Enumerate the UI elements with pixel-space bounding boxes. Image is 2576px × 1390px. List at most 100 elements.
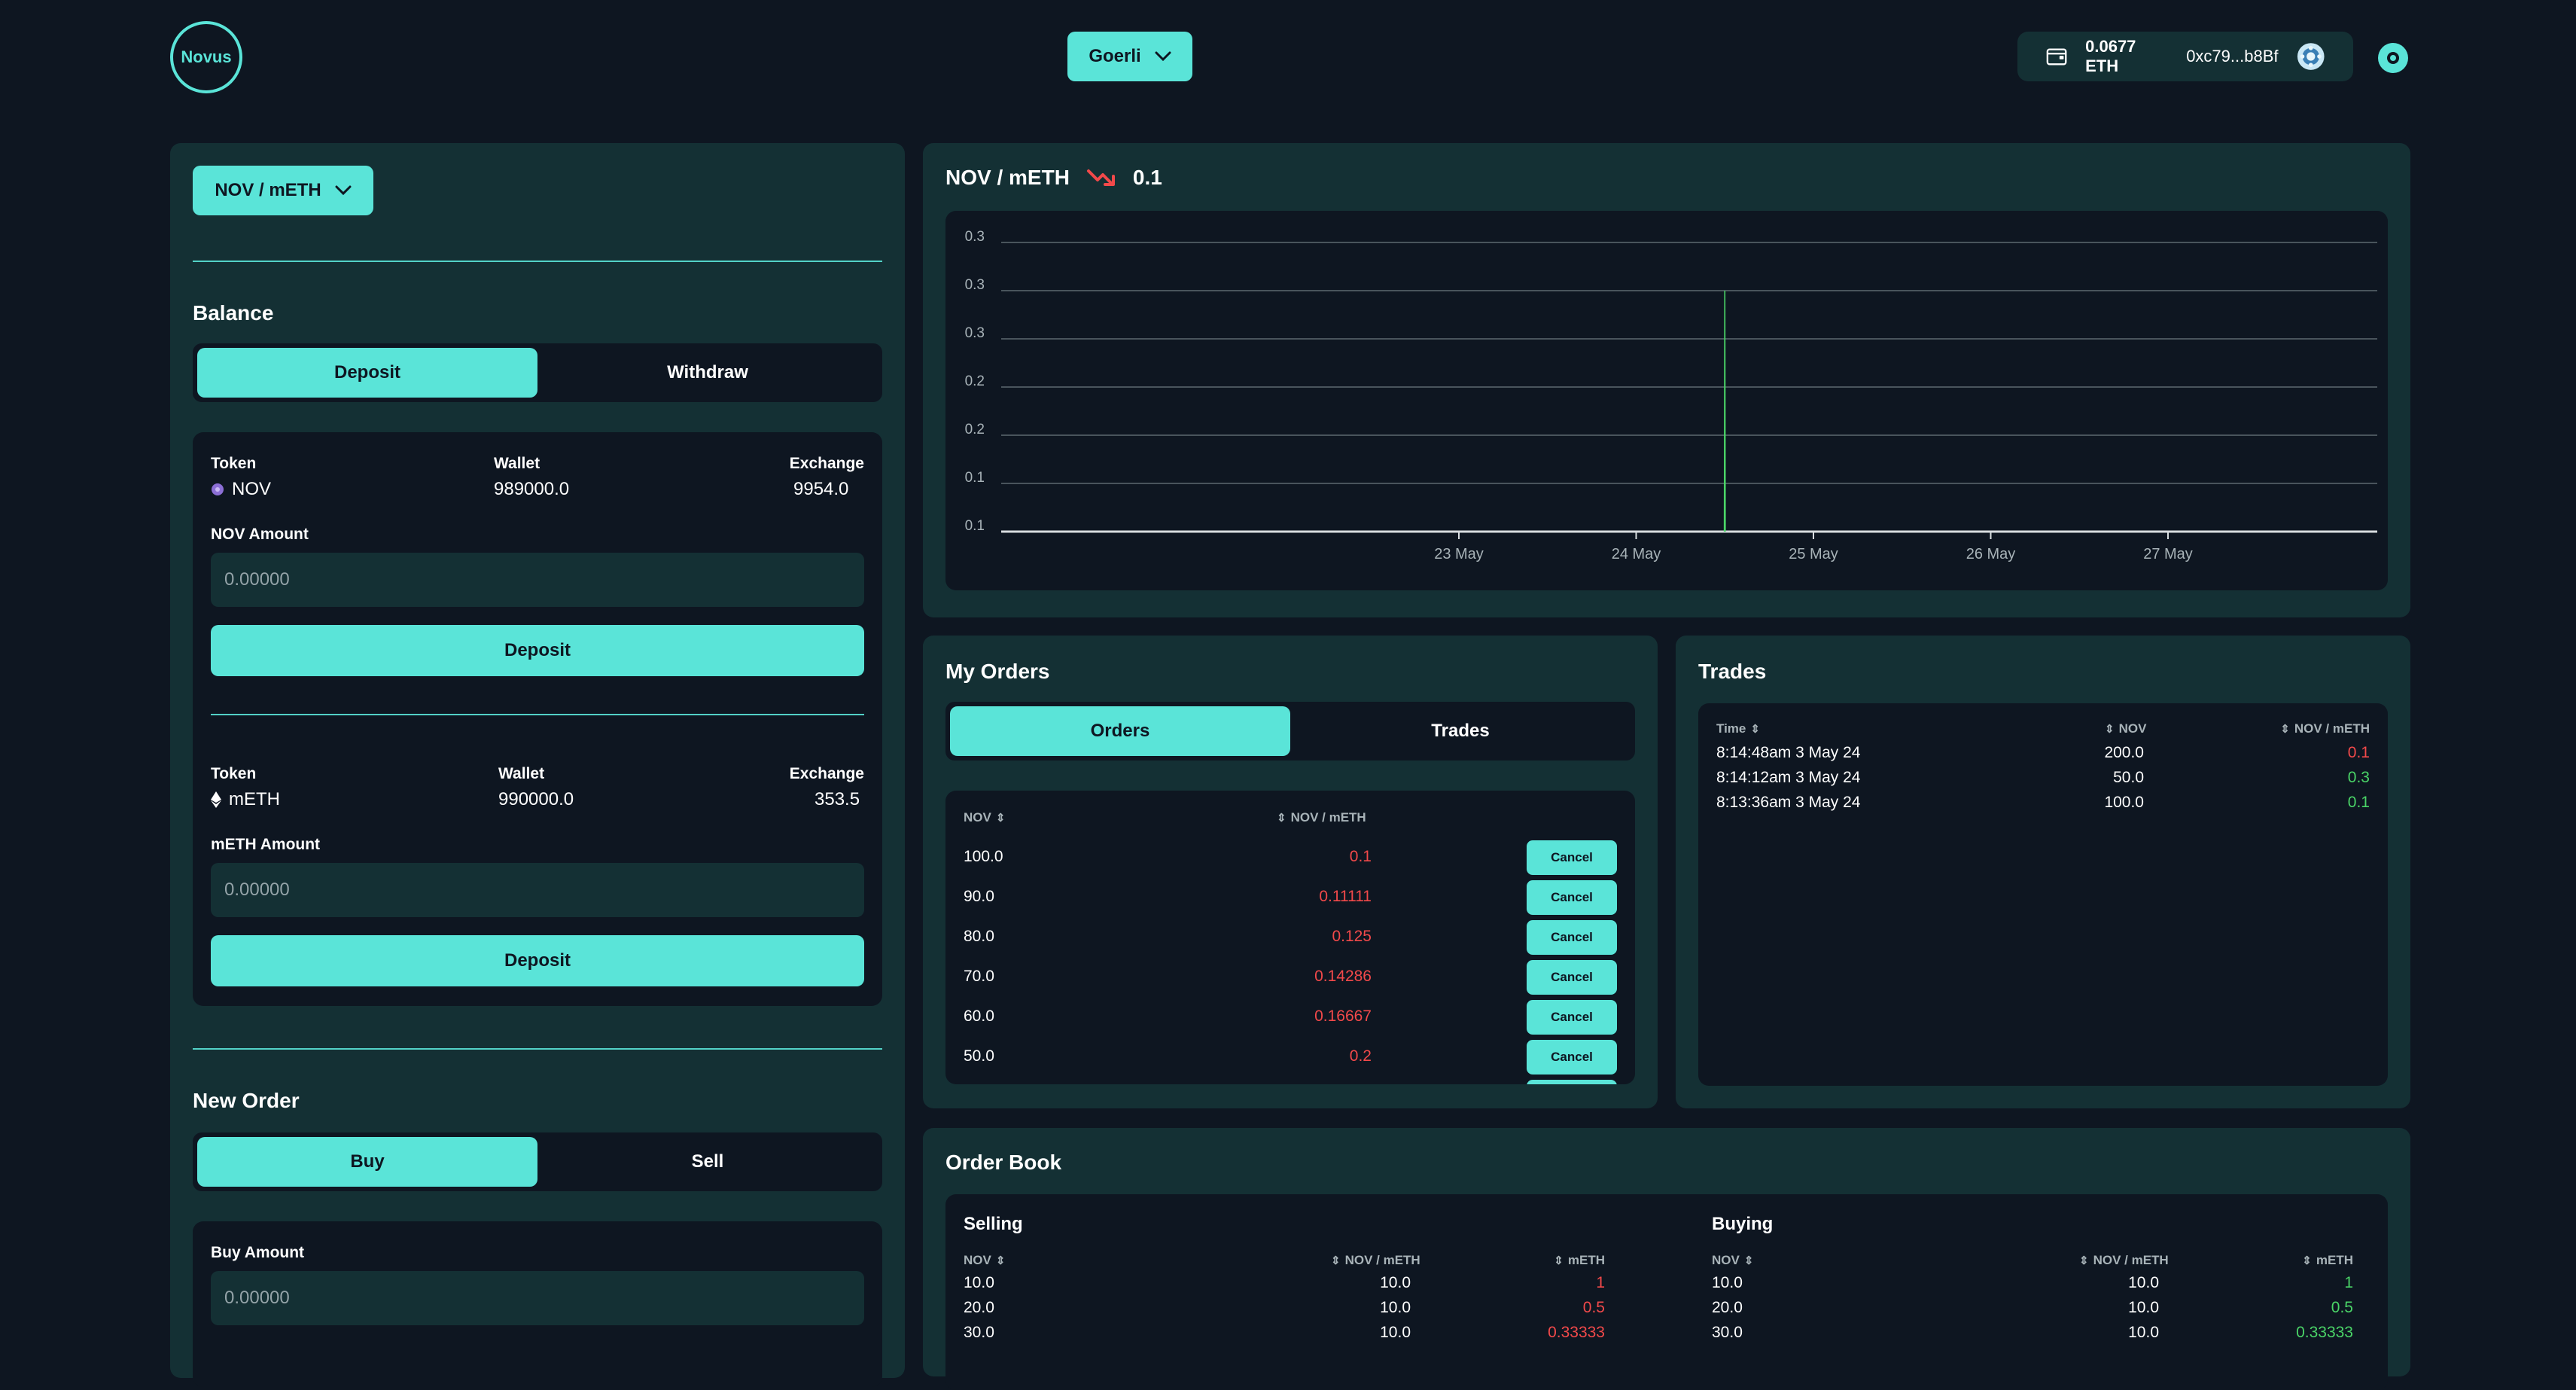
sort-icon: ⇕ [2302, 1254, 2312, 1267]
column-header-meth[interactable]: ⇕ mETH [1554, 1253, 1605, 1268]
balance-tabs: Deposit Withdraw [193, 343, 882, 402]
column-header-time[interactable]: Time ⇕ [1716, 721, 1765, 736]
table-row: 30.0 10.0 0.33333 [964, 1324, 1618, 1349]
column-header-nov[interactable]: NOV ⇕ [964, 810, 1009, 825]
tab-trades[interactable]: Trades [1290, 706, 1631, 756]
meth-amount-input[interactable]: 0.00000 [211, 863, 864, 917]
order-price: 0.125 [1332, 928, 1372, 945]
tab-orders[interactable]: Orders [950, 706, 1290, 756]
balance-title: Balance [193, 301, 274, 325]
trade-amount: 200.0 [2104, 744, 2144, 761]
column-header-label: NOV [2118, 721, 2147, 736]
token-symbol: NOV [232, 479, 272, 499]
order-amount: 60.0 [964, 1007, 994, 1025]
tab-sell[interactable]: Sell [537, 1137, 878, 1187]
theme-toggle-button[interactable] [2377, 42, 2409, 74]
trend-down-icon [1086, 169, 1115, 186]
tab-buy[interactable]: Buy [197, 1137, 537, 1187]
cancel-button[interactable]: Cancel [1527, 960, 1617, 995]
trade-time: 8:13:36am 3 May 24 [1716, 794, 1861, 811]
input-placeholder: 0.00000 [224, 879, 290, 900]
wallet-header: Wallet [498, 765, 545, 782]
x-tick-label: 25 May [1789, 546, 1838, 562]
price-chart-panel: NOV / mETH 0.1 0.3 0.3 0.3 0.2 0.2 0.1 0.1 23 M… [923, 143, 2410, 617]
divider [211, 714, 864, 715]
cancel-button[interactable]: Cancel [1527, 880, 1617, 915]
divider [193, 1048, 882, 1050]
book-price: 10.0 [1380, 1299, 1411, 1316]
cancel-button[interactable]: Cancel [1527, 840, 1617, 875]
column-header-price[interactable]: ⇕ NOV / mETH [2079, 1253, 2169, 1268]
my-orders-panel: My Orders Orders Trades NOV ⇕ ⇕ NOV / mETH… [923, 636, 1658, 1108]
column-header-price[interactable]: ⇕ NOV / mETH [1331, 1253, 1420, 1268]
account-box: 0.0677 ETH 0xc79...b8Bf [2017, 32, 2353, 81]
order-price: 0.16667 [1314, 1007, 1372, 1025]
token-header: Token [211, 455, 257, 472]
sort-icon: ⇕ [1554, 1254, 1564, 1267]
market-select[interactable]: NOV / mETH [193, 166, 373, 215]
deposit-nov-button[interactable]: Deposit [211, 625, 864, 676]
chevron-down-icon [335, 185, 352, 196]
chart-area: 0.3 0.3 0.3 0.2 0.2 0.1 0.1 23 May 24 May 25 May 2… [945, 211, 2388, 590]
column-header-nov[interactable]: ⇕ NOV [2105, 721, 2146, 736]
table-row: 8:13:36am 3 May 24 100.0 0.1 [1698, 794, 2388, 818]
order-book-panel: Order Book Selling NOV ⇕ ⇕ NOV / mETH ⇕ mET… [923, 1128, 2410, 1390]
network-select[interactable]: Goerli [1067, 32, 1192, 81]
x-tick-label: 24 May [1612, 546, 1661, 562]
column-header-label: NOV [1712, 1253, 1740, 1267]
y-tick-label: 0.2 [965, 422, 985, 437]
book-meth: 1 [2344, 1274, 2353, 1291]
cancel-button[interactable]: Cancel [1527, 920, 1617, 955]
nov-amount-input[interactable]: 0.00000 [211, 553, 864, 607]
sort-icon: ⇕ [1331, 1254, 1341, 1267]
book-meth: 0.33333 [2296, 1324, 2353, 1341]
column-header-nov[interactable]: NOV ⇕ [964, 1253, 1009, 1268]
book-price: 10.0 [2128, 1274, 2159, 1291]
buy-amount-label: Buy Amount [211, 1244, 305, 1261]
table-row: 100.0 0.1 Cancel [945, 837, 1635, 877]
sort-icon: ⇕ [2280, 723, 2290, 736]
table-row: 20.0 10.0 0.5 [964, 1299, 1618, 1324]
sort-icon: ⇕ [1750, 723, 1760, 736]
app-logo[interactable]: Novus [170, 21, 242, 93]
column-header-label: Time [1716, 721, 1746, 736]
sun-icon [2378, 43, 2408, 73]
book-price: 10.0 [2128, 1324, 2159, 1341]
sort-icon: ⇕ [1277, 812, 1286, 825]
trade-amount: 50.0 [2113, 769, 2144, 786]
tab-deposit[interactable]: Deposit [197, 348, 537, 398]
order-amount: 100.0 [964, 848, 1003, 865]
cancel-button[interactable]: Cancel [1527, 1040, 1617, 1075]
account-address[interactable]: 0xc79...b8Bf [2186, 47, 2278, 66]
balance-form: Token Wallet Exchange NOV 989000.0 9954.… [193, 432, 882, 1006]
table-row: 50.0 0.2 Cancel [945, 1037, 1635, 1077]
price-chart: 0.3 0.3 0.3 0.2 0.2 0.1 0.1 23 May 24 May 25 May 2… [965, 229, 2377, 562]
network-label: Goerli [1089, 46, 1141, 66]
new-order-title: New Order [193, 1089, 300, 1112]
table-row: 20.0 10.0 0.5 [1712, 1299, 2367, 1324]
trade-price: 0.3 [2347, 769, 2370, 786]
table-row: 40.00.25Cancel [945, 1077, 1635, 1084]
buy-amount-input[interactable]: 0.00000 [211, 1271, 864, 1325]
book-amount: 30.0 [1712, 1324, 1743, 1341]
orders-table: NOV ⇕ ⇕ NOV / mETH 100.0 0.1 Cancel 90.0 0.111… [945, 791, 1635, 1084]
token-meth: mETH [211, 789, 280, 810]
order-amount: 50.0 [964, 1047, 994, 1065]
column-header-meth[interactable]: ⇕ mETH [2302, 1253, 2353, 1268]
amount-label: NOV Amount [211, 526, 309, 543]
table-row: 8:14:12am 3 May 24 50.0 0.3 [1698, 769, 2388, 794]
exchange-balance: 353.5 [815, 789, 860, 809]
trade-time: 8:14:12am 3 May 24 [1716, 769, 1861, 786]
table-row: 60.0 0.16667 Cancel [945, 997, 1635, 1037]
column-header-price[interactable]: ⇕ NOV / mETH [2280, 721, 2370, 736]
book-price: 10.0 [2128, 1299, 2159, 1316]
column-header-price[interactable]: ⇕ NOV / mETH [1277, 810, 1366, 825]
cancel-button[interactable]: Cancel [1527, 1000, 1617, 1035]
tab-withdraw[interactable]: Withdraw [537, 348, 878, 398]
column-header-nov[interactable]: NOV ⇕ [1712, 1253, 1758, 1268]
cancel-button[interactable]: Cancel [1527, 1080, 1617, 1084]
selling-section: Selling NOV ⇕ ⇕ NOV / mETH ⇕ mETH 10.0 10.0 1… [964, 1214, 1618, 1341]
divider [193, 261, 882, 262]
table-row: 90.0 0.11111 Cancel [945, 877, 1635, 917]
deposit-meth-button[interactable]: Deposit [211, 935, 864, 986]
